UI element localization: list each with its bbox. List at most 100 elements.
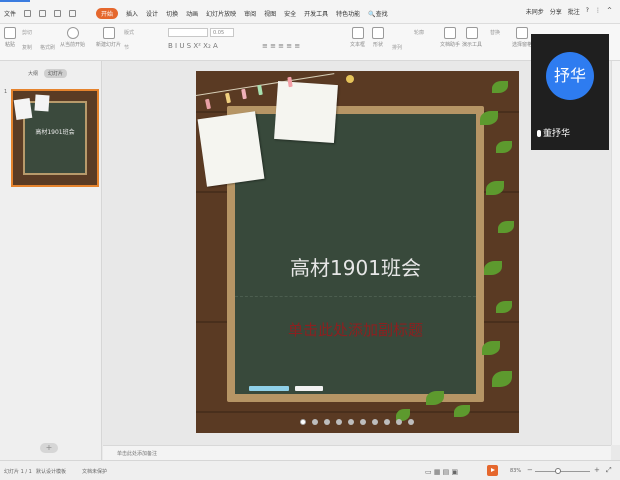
add-slide-button[interactable]: + <box>40 443 58 453</box>
from-current-button[interactable]: 从当前开始 <box>60 27 85 48</box>
title-bar: 文件 开始 插入 设计 切换 动画 幻灯片放映 审阅 视图 安全 开发工具 特色… <box>0 0 620 24</box>
protect-status[interactable]: 文档未保护 <box>82 468 107 475</box>
note-paper-left <box>197 111 265 187</box>
slide-canvas[interactable]: 高材1901班会 单击此处添加副标题 <box>196 71 519 433</box>
new-slide-icon <box>102 27 115 39</box>
note-paper-right <box>274 80 338 144</box>
new-slide-button[interactable]: 新建幻灯片 <box>96 27 121 48</box>
tab-slides[interactable]: 幻灯片 <box>44 69 68 78</box>
participant-name-row: 董抒华 <box>537 126 570 139</box>
chalkboard: 高材1901班会 单击此处添加副标题 <box>235 114 476 394</box>
top-right-actions: 未同步 分享 批注 ? ⋮ ^ <box>526 7 612 16</box>
app-accent <box>0 0 30 2</box>
zoom-slider-knob[interactable] <box>555 468 561 474</box>
textbox-button[interactable]: 文本框 <box>350 27 365 48</box>
shape-button[interactable]: 形状 <box>372 27 384 48</box>
tab-view[interactable]: 视图 <box>264 9 276 18</box>
pagination-dot[interactable] <box>372 419 378 425</box>
select-pane-label: 选择窗格 <box>512 42 533 48</box>
zoom-level[interactable]: 83% <box>510 468 521 474</box>
thumb-title: 高材1901班会 <box>35 129 75 136</box>
font-size-field[interactable]: 0.05 <box>210 28 234 37</box>
redo-icon[interactable] <box>69 9 77 17</box>
tab-developer[interactable]: 开发工具 <box>304 9 328 18</box>
textbox-icon <box>351 27 364 39</box>
status-bar: 幻灯片 1 / 1 默认设计模板 文档未保护 ▭ ▦ ▤ ▣ 83% − + ⤢ <box>0 460 620 480</box>
wood-line <box>196 411 519 413</box>
tab-animation[interactable]: 动画 <box>186 9 198 18</box>
sync-status[interactable]: 未同步 <box>526 7 544 16</box>
arrange-button[interactable]: 排列 <box>392 44 402 51</box>
outline-button[interactable]: 轮廓 <box>414 29 424 36</box>
notes-placeholder: 单击此处添加备注 <box>117 451 158 457</box>
tab-security[interactable]: 安全 <box>284 9 296 18</box>
microphone-icon <box>537 130 541 137</box>
zoom-out-icon[interactable]: − <box>527 466 533 474</box>
tab-home[interactable]: 开始 <box>96 7 119 19</box>
clothespin <box>205 98 211 110</box>
fit-window-icon[interactable]: ⤢ <box>606 466 612 475</box>
thumb-paper-left <box>13 97 33 121</box>
font-name-field[interactable] <box>168 28 208 37</box>
clothespin <box>287 76 293 88</box>
share-button[interactable]: 分享 <box>550 7 562 16</box>
section-button[interactable]: 节 <box>124 44 129 51</box>
comment-button[interactable]: 批注 <box>568 7 580 16</box>
paste-button[interactable]: 粘贴 <box>4 27 16 48</box>
save-icon[interactable] <box>24 9 32 17</box>
chalk-white <box>295 386 323 391</box>
tab-insert[interactable]: 插入 <box>126 9 138 18</box>
pagination-dot[interactable] <box>396 419 402 425</box>
font-style-buttons[interactable]: B I U S X² X₂ A <box>168 42 218 50</box>
help-icon[interactable]: ? <box>586 7 589 16</box>
new-slide-label: 新建幻灯片 <box>96 42 122 48</box>
tab-transition[interactable]: 切换 <box>166 9 178 18</box>
slide-title[interactable]: 高材1901班会 <box>235 252 476 281</box>
search-label: 查找 <box>375 10 388 18</box>
menu-file[interactable]: 文件 <box>4 9 16 18</box>
tab-review[interactable]: 审阅 <box>244 9 256 18</box>
undo-icon[interactable] <box>54 9 62 17</box>
tab-features[interactable]: 特色功能 <box>336 9 360 18</box>
ivy-leaf <box>482 341 500 355</box>
copy-button[interactable]: 复制 <box>22 44 32 51</box>
presenter-tools-button[interactable]: 演示工具 <box>462 27 482 48</box>
pagination-dot[interactable] <box>336 419 342 425</box>
cut-button[interactable]: 剪切 <box>22 29 32 36</box>
slide-subtitle[interactable]: 单击此处添加副标题 <box>235 319 476 340</box>
paste-label: 粘贴 <box>4 42 15 48</box>
search-button[interactable]: 🔍查找 <box>368 9 396 18</box>
replace-button[interactable]: 替换 <box>490 29 500 36</box>
zoom-in-icon[interactable]: + <box>594 466 600 474</box>
pagination-dot[interactable] <box>300 419 306 425</box>
doc-helper-button[interactable]: 文档助手 <box>440 27 460 48</box>
zoom-slider[interactable] <box>535 471 590 472</box>
pagination-dot[interactable] <box>312 419 318 425</box>
tab-design[interactable]: 设计 <box>146 9 158 18</box>
notes-pane[interactable]: 单击此处添加备注 <box>103 445 611 460</box>
more-icon[interactable]: ⋮ <box>595 7 601 16</box>
collapse-icon[interactable]: ^ <box>607 7 612 16</box>
pagination-dot[interactable] <box>360 419 366 425</box>
view-buttons[interactable]: ▭ ▦ ▤ ▣ <box>425 468 458 476</box>
doc-helper-icon <box>444 27 456 39</box>
ivy-leaf <box>498 221 514 233</box>
vertical-scrollbar[interactable] <box>611 61 620 445</box>
tab-slideshow[interactable]: 幻灯片放映 <box>206 9 236 18</box>
pagination-dot[interactable] <box>408 419 414 425</box>
paragraph-buttons[interactable]: ≡ ≡ ≡ ≡ ≡ <box>262 42 300 50</box>
clothespin <box>241 88 247 100</box>
tab-outline[interactable]: 大纲 <box>28 70 38 77</box>
avatar: 抒华 <box>546 52 594 100</box>
pagination-dot[interactable] <box>324 419 330 425</box>
pagination-dot[interactable] <box>348 419 354 425</box>
pagination-dot[interactable] <box>384 419 390 425</box>
select-pane-button[interactable]: 选择窗格 <box>512 27 532 48</box>
template-name[interactable]: 默认设计模板 <box>36 468 66 475</box>
format-painter-button[interactable]: 格式刷 <box>40 44 55 51</box>
slide-thumbnail[interactable]: 高材1901班会 <box>11 89 99 187</box>
play-button[interactable] <box>487 465 498 476</box>
print-icon[interactable] <box>39 9 47 17</box>
layout-button[interactable]: 版式 <box>124 29 134 36</box>
shape-label: 形状 <box>372 42 383 48</box>
